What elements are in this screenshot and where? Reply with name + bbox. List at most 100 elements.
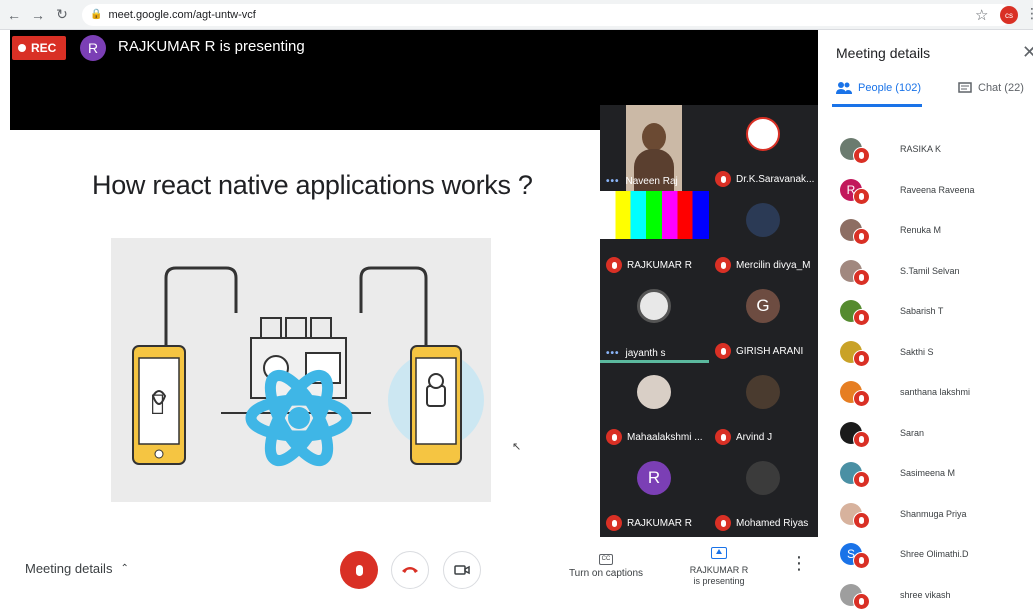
people-icon — [836, 82, 852, 94]
active-tab-indicator — [832, 104, 922, 107]
participant-avatar: G — [746, 289, 780, 323]
participant-tile[interactable]: R RAJKUMAR R — [600, 449, 709, 535]
phone-hangup-icon — [402, 567, 418, 573]
mic-off-icon — [715, 343, 731, 359]
close-icon[interactable]: ✕ — [1022, 42, 1033, 63]
participant-name: GIRISH ARANI — [736, 345, 804, 357]
recording-label: REC — [31, 41, 57, 55]
captions-button[interactable]: CC Turn on captions — [565, 552, 647, 579]
person-name: Shanmuga Priya — [900, 508, 967, 519]
tab-chat-label: Chat (22) — [978, 82, 1024, 94]
presenting-line1: RAJKUMAR R — [689, 565, 749, 575]
person-row[interactable]: S.Tamil Selvan — [840, 259, 1030, 290]
person-row[interactable]: RASIKA K — [840, 138, 1030, 168]
present-screen-icon — [711, 547, 727, 559]
mic-off-icon — [853, 511, 870, 529]
mic-off-icon — [853, 309, 870, 326]
participant-tile[interactable]: Mahaalakshmi ... — [600, 363, 709, 449]
reload-icon[interactable]: ↻ — [52, 5, 72, 25]
camera-icon — [454, 565, 470, 575]
profile-avatar[interactable]: cs — [1000, 6, 1018, 24]
mic-off-icon — [853, 471, 870, 488]
slide-title: How react native applications works ? — [92, 170, 533, 200]
participant-name: Naveen Raj — [625, 176, 678, 187]
participant-tile[interactable]: Mercilin divya_M — [709, 191, 818, 277]
participant-tile[interactable]: ••• Naveen Raj — [600, 105, 709, 191]
participant-tile[interactable]: RAJKUMAR R — [600, 191, 709, 277]
presenter-avatar: R — [80, 35, 106, 61]
person-name: S.Tamil Selvan — [900, 265, 960, 276]
tab-people-label: People (102) — [858, 82, 921, 94]
mic-toggle-button[interactable] — [340, 551, 378, 589]
person-row[interactable]: Sabarish T — [840, 300, 1030, 330]
participant-tile[interactable]: Arvind J — [709, 363, 818, 449]
presenting-status: RAJKUMAR R is presenting — [118, 38, 305, 55]
participant-tile[interactable]: Dr.K.Saravanak... — [709, 105, 818, 191]
back-icon[interactable]: ← — [4, 5, 24, 25]
mic-off-icon — [715, 257, 731, 273]
url-path: /agt-untw-vcf — [192, 8, 256, 21]
participant-name: Mercilin divya_M — [736, 259, 811, 271]
participant-name: Mohamed Riyas — [736, 517, 809, 529]
participant-avatar — [746, 461, 780, 495]
panel-title: Meeting details — [836, 45, 931, 61]
meeting-details-button[interactable]: Meeting details ⌃ — [25, 561, 129, 576]
mic-off-icon — [853, 349, 870, 367]
recording-badge: REC — [12, 36, 66, 60]
participant-name: jayanth s — [625, 348, 666, 359]
person-row[interactable]: Saran — [840, 421, 1030, 452]
participant-tile[interactable]: ••• jayanth s — [600, 277, 709, 363]
mic-off-icon — [853, 147, 870, 164]
address-bar[interactable]: 🔒 meet.google.com /agt-untw-vcf — [82, 3, 1012, 26]
meeting-details-panel: Meeting details ✕ People (102) Chat (22)… — [818, 30, 1033, 610]
person-row[interactable]: R Raveena Raveena — [840, 178, 1030, 209]
mic-off-icon — [606, 515, 622, 531]
participant-tile[interactable]: Mohamed Riyas — [709, 449, 818, 535]
person-row[interactable]: shree vikash — [840, 583, 1030, 614]
chat-icon — [958, 82, 972, 93]
speaking-indicator-icon: ••• — [606, 176, 620, 187]
person-row[interactable]: S Shree Olimathi.D — [840, 543, 1030, 573]
person-name: Sabarish T — [900, 306, 944, 316]
mic-off-icon — [853, 552, 870, 569]
participant-avatar: R — [637, 461, 671, 495]
more-options-icon[interactable]: ⋮ — [790, 554, 808, 572]
person-row[interactable]: Shanmuga Priya — [840, 502, 1030, 533]
mic-off-icon — [853, 592, 870, 610]
person-row[interactable]: santhana lakshmi — [840, 381, 1030, 411]
meeting-details-label: Meeting details — [25, 561, 113, 576]
mic-off-icon — [853, 187, 870, 205]
participant-grid: ••• Naveen Raj Dr.K.Saravanak... RAJKUMAR… — [600, 105, 818, 537]
browser-menu-icon[interactable]: ⋮ — [1025, 5, 1033, 22]
person-row[interactable]: Sasimeena M — [840, 462, 1030, 492]
captions-icon: CC — [599, 554, 613, 565]
mic-off-icon — [853, 268, 870, 286]
participant-avatar — [637, 289, 671, 323]
person-row[interactable]: Sakthi S — [840, 340, 1030, 371]
mic-off-icon — [715, 515, 731, 531]
slide-diagram-image:  — [111, 238, 491, 502]
hang-up-button[interactable] — [391, 551, 429, 589]
forward-icon[interactable]: → — [28, 5, 48, 25]
tab-chat[interactable]: Chat (22) — [958, 82, 1024, 94]
person-row[interactable]: Renuka M — [840, 219, 1030, 249]
call-controls-bar: Meeting details ⌃ CC Turn on captions RA… — [0, 538, 818, 600]
participant-avatar — [637, 375, 671, 409]
participant-avatar — [746, 203, 780, 237]
person-name: santhana lakshmi — [900, 387, 971, 397]
mic-off-icon — [355, 564, 363, 576]
presenting-button[interactable]: RAJKUMAR R is presenting — [683, 547, 755, 587]
person-name: RASIKA K — [900, 144, 942, 154]
tab-people[interactable]: People (102) — [836, 82, 921, 94]
participant-tile[interactable]: G GIRISH ARANI — [709, 277, 818, 363]
mic-off-icon — [606, 429, 622, 445]
camera-toggle-button[interactable] — [443, 551, 481, 589]
presenting-line2: is presenting — [693, 576, 745, 586]
participant-name: Dr.K.Saravanak... — [736, 173, 815, 185]
participant-name: RAJKUMAR R — [627, 259, 693, 271]
bookmark-star-icon[interactable]: ☆ — [975, 6, 988, 24]
person-name: Renuka M — [900, 225, 942, 235]
person-name: Raveena Raveena — [900, 184, 975, 195]
participant-name: Arvind J — [736, 431, 773, 443]
chevron-up-icon: ⌃ — [120, 563, 129, 574]
